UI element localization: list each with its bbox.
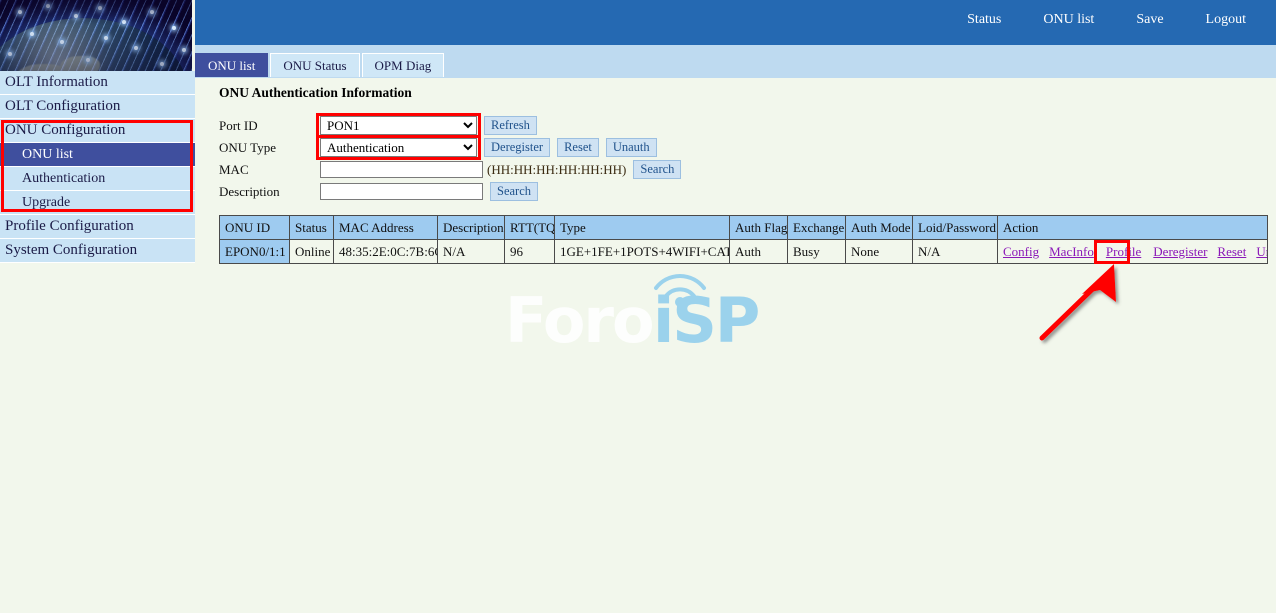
action-deregister-link[interactable]: Deregister (1153, 244, 1207, 259)
action-macinfo-link[interactable]: MacInfo (1049, 244, 1094, 259)
action-config-link[interactable]: Config (1003, 244, 1039, 259)
page-title: ONU Authentication Information (219, 85, 412, 101)
reset-button[interactable]: Reset (557, 138, 599, 157)
top-navigation: Status ONU list Save Logout (937, 12, 1258, 28)
onu-type-select-wrapper: AuthenticationUnauthenticationAll (320, 138, 477, 157)
unauth-button[interactable]: Unauth (606, 138, 657, 157)
refresh-button[interactable]: Refresh (484, 116, 537, 135)
cell-exchange: Busy (788, 240, 846, 264)
col-onu-id: ONU ID (220, 216, 290, 240)
cell-auth-flag: Auth (730, 240, 788, 264)
cell-loid-password: N/A (913, 240, 998, 264)
cell-description: N/A (438, 240, 505, 264)
action-unauth-link[interactable]: Unauth (1256, 244, 1267, 259)
col-mac-address: MAC Address (334, 216, 438, 240)
sidebar-navigation: OLT Information OLT Configuration ONU Co… (0, 71, 195, 263)
form-row-onu-type: ONU Type AuthenticationUnauthenticationA… (219, 137, 681, 158)
mac-format-hint: (HH:HH:HH:HH:HH:HH) (487, 162, 626, 178)
col-type: Type (555, 216, 730, 240)
sidebar-item-system-configuration[interactable]: System Configuration (0, 239, 195, 263)
form-row-description: Description Search (219, 181, 681, 202)
col-status: Status (290, 216, 334, 240)
topnav-save[interactable]: Save (1124, 12, 1175, 28)
description-input[interactable] (320, 183, 483, 200)
topnav-onu-list[interactable]: ONU list (1031, 12, 1106, 28)
tab-onu-list[interactable]: ONU list (195, 53, 268, 77)
cell-actions: Config MacInfo Profile Deregister Reset Unaut… (998, 240, 1268, 264)
action-profile-link[interactable]: Profile (1106, 244, 1141, 259)
banner-vignette (0, 0, 192, 71)
page-root: Status ONU list Save Logout (0, 0, 1276, 613)
description-label: Description (219, 184, 320, 200)
table-row: EPON0/1:1 Online 48:35:2E:0C:7B:6C N/A 9… (220, 240, 1268, 264)
action-reset-link[interactable]: Reset (1217, 244, 1246, 259)
onu-type-select[interactable]: AuthenticationUnauthenticationAll (320, 138, 477, 157)
content-tabs: ONU list ONU Status OPM Diag (195, 53, 446, 77)
description-search-button[interactable]: Search (490, 182, 538, 201)
col-description: Description (438, 216, 505, 240)
sidebar-item-authentication[interactable]: Authentication (0, 167, 195, 191)
cell-rtt-tq: 96 (505, 240, 555, 264)
mac-label: MAC (219, 162, 320, 178)
col-action: Action (998, 216, 1268, 240)
tab-onu-status[interactable]: ONU Status (270, 53, 359, 77)
sidebar-item-onu-configuration[interactable]: ONU Configuration (0, 119, 195, 143)
mac-input[interactable] (320, 161, 483, 178)
cell-mac-address: 48:35:2E:0C:7B:6C (334, 240, 438, 264)
onu-list-table: ONU ID Status MAC Address Description RT… (219, 215, 1268, 264)
onu-type-label: ONU Type (219, 140, 320, 156)
sidebar-item-upgrade[interactable]: Upgrade (0, 191, 195, 215)
sidebar-item-onu-list[interactable]: ONU list (0, 143, 195, 167)
cell-auth-mode: None (846, 240, 913, 264)
deregister-button[interactable]: Deregister (484, 138, 550, 157)
port-id-label: Port ID (219, 118, 320, 134)
col-loid-password: Loid/Password (913, 216, 998, 240)
top-header-bar: Status ONU list Save Logout (195, 0, 1276, 45)
cell-type: 1GE+1FE+1POTS+4WIFI+CATV (555, 240, 730, 264)
onu-filter-form: Port ID PON1PON2PON3PON4 Refresh ONU Typ… (219, 115, 681, 203)
cell-status: Online (290, 240, 334, 264)
topnav-logout[interactable]: Logout (1194, 12, 1258, 28)
port-id-select-wrapper: PON1PON2PON3PON4 (320, 116, 477, 135)
col-exchange: Exchange (788, 216, 846, 240)
col-auth-mode: Auth Mode (846, 216, 913, 240)
tab-opm-diag[interactable]: OPM Diag (362, 53, 445, 77)
mac-search-button[interactable]: Search (633, 160, 681, 179)
col-auth-flag: Auth Flag (730, 216, 788, 240)
cell-onu-id: EPON0/1:1 (220, 240, 290, 264)
sidebar-item-profile-configuration[interactable]: Profile Configuration (0, 215, 195, 239)
form-row-port-id: Port ID PON1PON2PON3PON4 Refresh (219, 115, 681, 136)
port-id-select[interactable]: PON1PON2PON3PON4 (320, 116, 477, 135)
col-rtt-tq: RTT(TQ) (505, 216, 555, 240)
topnav-status[interactable]: Status (955, 12, 1013, 28)
form-row-mac: MAC (HH:HH:HH:HH:HH:HH) Search (219, 159, 681, 180)
sidebar-item-olt-configuration[interactable]: OLT Configuration (0, 95, 195, 119)
brand-banner-image (0, 0, 192, 71)
table-header-row: ONU ID Status MAC Address Description RT… (220, 216, 1268, 240)
sidebar-item-olt-information[interactable]: OLT Information (0, 71, 195, 95)
